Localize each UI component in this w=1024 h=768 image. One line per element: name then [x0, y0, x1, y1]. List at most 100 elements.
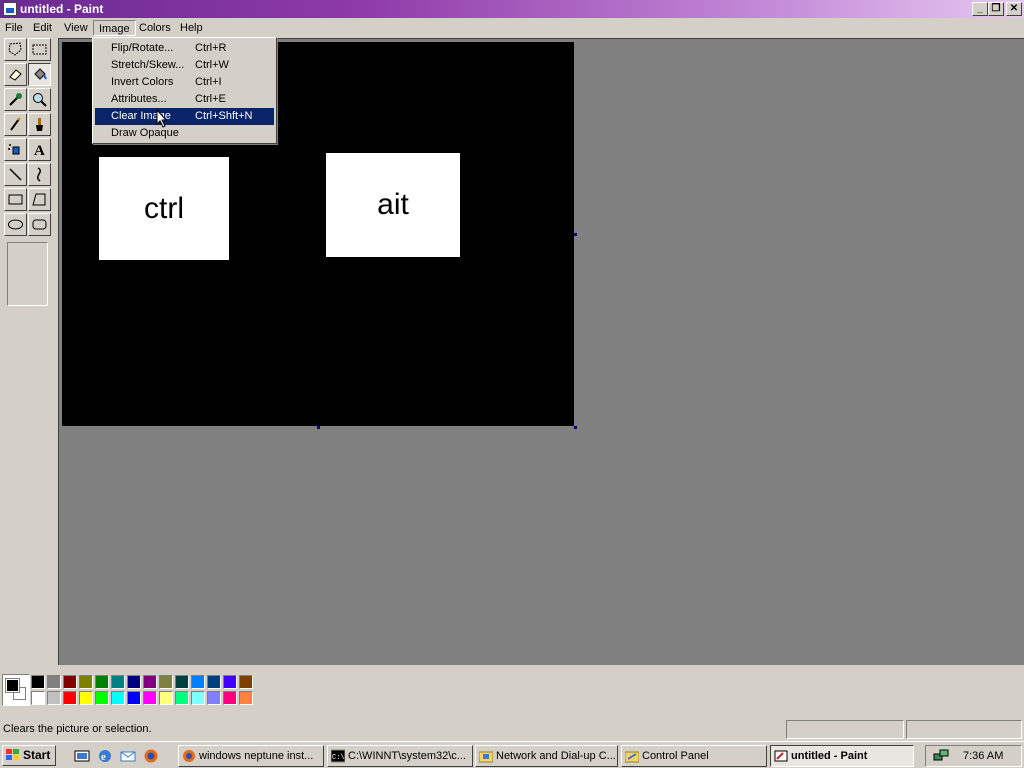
magnifier-tool[interactable]: [28, 88, 51, 111]
palette-swatch[interactable]: [47, 675, 61, 689]
palette-swatch[interactable]: [127, 691, 141, 705]
paint-icon: [774, 750, 788, 762]
curve-tool[interactable]: [28, 163, 51, 186]
taskbar: Start e windows neptune inst... C:\ C:\W…: [0, 741, 1024, 768]
resize-handle-bottom[interactable]: [317, 426, 320, 429]
palette-swatch[interactable]: [47, 691, 61, 705]
menu-item-shortcut: Ctrl+E: [195, 93, 226, 105]
ellipse-icon: [8, 219, 23, 230]
task-command-prompt[interactable]: C:\ C:\WINNT\system32\c...: [327, 745, 473, 767]
eraser-tool[interactable]: [4, 63, 27, 86]
palette-swatch[interactable]: [239, 691, 253, 705]
menu-edit[interactable]: Edit: [28, 20, 57, 36]
palette-swatch[interactable]: [63, 675, 77, 689]
show-desktop-icon[interactable]: [74, 748, 90, 764]
line-icon: [9, 168, 22, 181]
palette-swatch[interactable]: [127, 675, 141, 689]
menu-flip-rotate[interactable]: Flip/Rotate... Ctrl+R: [95, 40, 274, 57]
palette-swatch[interactable]: [95, 691, 109, 705]
rectangle-tool[interactable]: [4, 188, 27, 211]
restore-button[interactable]: ❐: [988, 2, 1004, 16]
network-connection-icon[interactable]: [933, 749, 949, 764]
outlook-express-icon[interactable]: [120, 748, 136, 764]
palette-swatch[interactable]: [175, 675, 189, 689]
network-folder-icon: [479, 751, 493, 763]
palette-swatch[interactable]: [143, 675, 157, 689]
palette-swatch[interactable]: [79, 675, 93, 689]
menu-attributes[interactable]: Attributes... Ctrl+E: [95, 91, 274, 108]
primary-color[interactable]: [5, 678, 20, 693]
menu-file[interactable]: File: [0, 20, 28, 36]
ellipse-tool[interactable]: [4, 213, 27, 236]
menu-item-shortcut: Ctrl+Shft+N: [195, 110, 253, 122]
palette-swatch[interactable]: [159, 691, 173, 705]
palette-swatch[interactable]: [191, 675, 205, 689]
menu-clear-image[interactable]: Clear Image Ctrl+Shft+N: [95, 108, 274, 125]
tool-options-panel[interactable]: [7, 242, 48, 306]
palette-swatch[interactable]: [63, 691, 77, 705]
svg-text:A: A: [34, 143, 45, 158]
menu-stretch-skew[interactable]: Stretch/Skew... Ctrl+W: [95, 57, 274, 74]
pencil-tool[interactable]: [4, 113, 27, 136]
airbrush-tool[interactable]: [4, 138, 27, 161]
pencil-icon: [10, 117, 21, 131]
palette-swatch[interactable]: [159, 675, 173, 689]
palette-swatch[interactable]: [223, 675, 237, 689]
minimize-button[interactable]: _: [972, 2, 988, 16]
palette-swatch[interactable]: [239, 675, 253, 689]
rounded-rectangle-tool[interactable]: [28, 213, 51, 236]
palette-swatch[interactable]: [223, 691, 237, 705]
airbrush-icon: [8, 144, 20, 155]
task-untitled-paint[interactable]: untitled - Paint: [770, 745, 914, 767]
select-tool[interactable]: [28, 38, 51, 61]
menu-image[interactable]: Image: [93, 20, 136, 36]
menu-help[interactable]: Help: [175, 20, 208, 36]
palette-swatch[interactable]: [175, 691, 189, 705]
palette-swatch[interactable]: [111, 691, 125, 705]
windows-logo-icon: [6, 749, 19, 760]
task-label: Control Panel: [642, 750, 709, 762]
palette-swatch[interactable]: [191, 691, 205, 705]
internet-explorer-icon[interactable]: e: [97, 748, 113, 764]
polygon-tool[interactable]: [28, 188, 51, 211]
start-button[interactable]: Start: [2, 745, 56, 766]
palette-swatch[interactable]: [143, 691, 157, 705]
resize-handle-right[interactable]: [574, 233, 577, 236]
free-select-icon: [8, 42, 22, 56]
palette-swatch[interactable]: [95, 675, 109, 689]
task-network-dialup[interactable]: Network and Dial-up C...: [475, 745, 618, 767]
palette-swatch[interactable]: [31, 675, 45, 689]
rectangle-icon: [8, 194, 23, 205]
clock[interactable]: 7:36 AM: [963, 750, 1003, 762]
palette-swatch[interactable]: [111, 675, 125, 689]
text-tool[interactable]: A: [28, 138, 51, 161]
palette-swatch[interactable]: [207, 675, 221, 689]
palette-swatch[interactable]: [31, 691, 45, 705]
free-form-select-tool[interactable]: [4, 38, 27, 61]
firefox-icon[interactable]: [143, 748, 159, 764]
firefox-icon: [183, 750, 195, 762]
close-button[interactable]: ✕: [1006, 2, 1022, 16]
line-tool[interactable]: [4, 163, 27, 186]
menu-colors[interactable]: Colors: [134, 20, 176, 36]
menu-view[interactable]: View: [59, 20, 93, 36]
resize-handle-corner[interactable]: [574, 426, 577, 429]
window-title: untitled - Paint: [20, 2, 104, 16]
svg-text:e: e: [101, 751, 106, 763]
system-tray: 7:36 AM: [925, 745, 1022, 767]
task-label: windows neptune inst...: [199, 750, 314, 762]
pick-color-tool[interactable]: [4, 88, 27, 111]
status-position-pane: [786, 720, 904, 739]
menu-draw-opaque[interactable]: Draw Opaque: [95, 125, 274, 142]
task-windows-neptune[interactable]: windows neptune inst...: [178, 745, 324, 767]
palette-swatch[interactable]: [79, 691, 93, 705]
menu-item-label: Flip/Rotate...: [111, 42, 174, 54]
ctrl-text-box: ctrl: [99, 157, 229, 260]
fill-tool[interactable]: [28, 63, 51, 86]
paint-app-icon[interactable]: [3, 2, 17, 16]
palette-swatch[interactable]: [207, 691, 221, 705]
task-control-panel[interactable]: Control Panel: [621, 745, 767, 767]
current-colors[interactable]: [2, 674, 30, 706]
brush-tool[interactable]: [28, 113, 51, 136]
menu-invert-colors[interactable]: Invert Colors Ctrl+I: [95, 74, 274, 91]
